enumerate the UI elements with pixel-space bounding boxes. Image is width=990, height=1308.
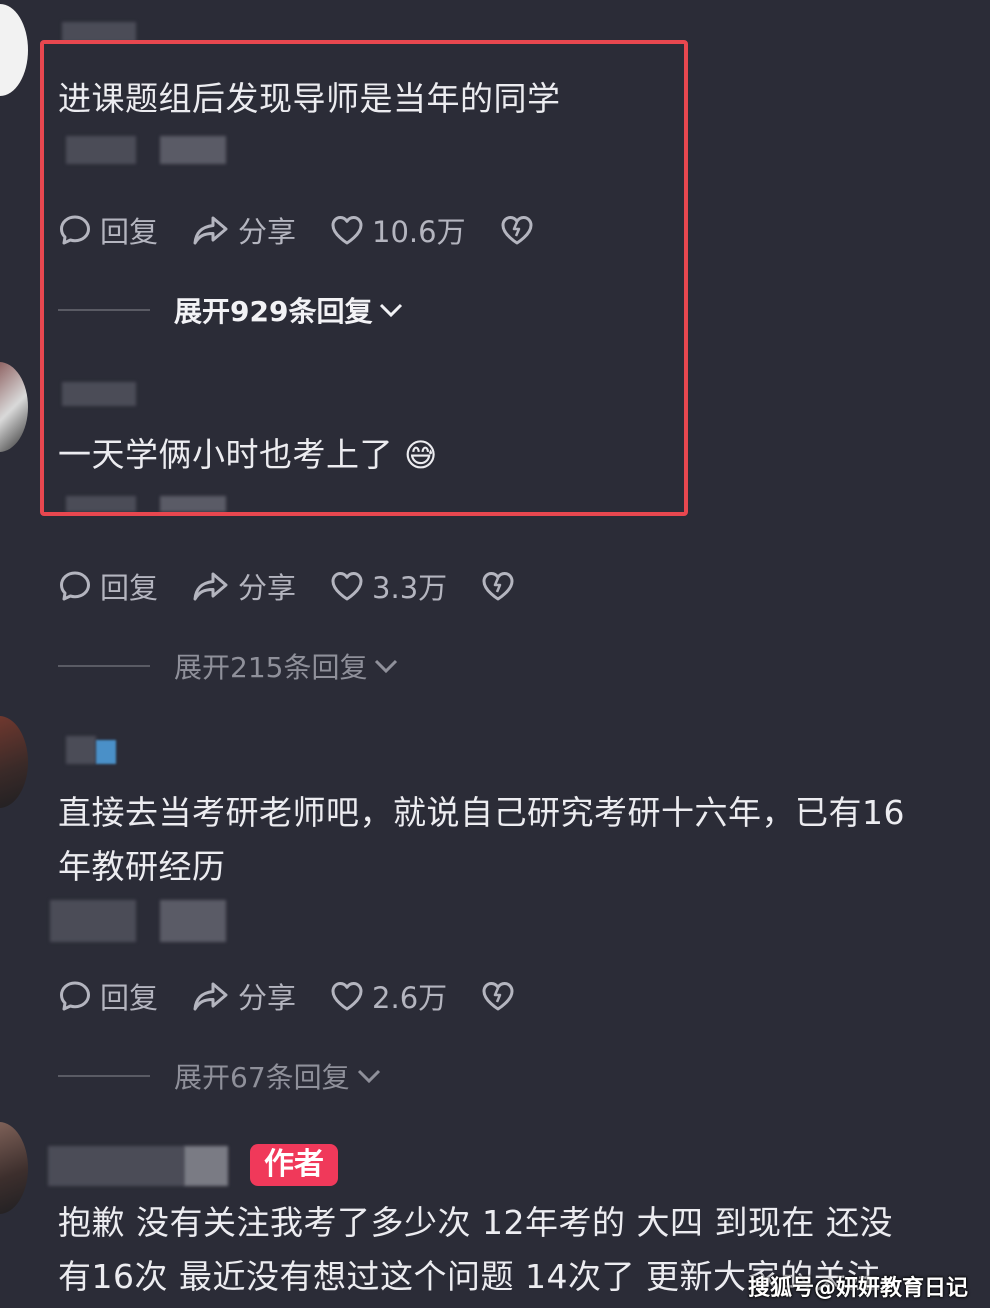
username-blurred[interactable] — [184, 1146, 228, 1186]
reply-label: 回复 — [100, 571, 159, 605]
meta-blurred — [160, 900, 226, 942]
avatar[interactable] — [0, 362, 28, 452]
divider — [58, 1075, 150, 1077]
avatar[interactable] — [0, 716, 28, 808]
expand-label: 展开67条回复 — [174, 1061, 350, 1094]
chevron-down-icon — [357, 1069, 380, 1084]
share-button[interactable]: 分享 — [192, 975, 296, 1017]
heart-icon — [331, 572, 363, 601]
meta-blurred — [50, 900, 136, 942]
username-blurred[interactable] — [96, 740, 116, 764]
avatar[interactable] — [0, 1122, 28, 1214]
expand-replies-button[interactable]: 展开67条回复 — [58, 1056, 382, 1096]
expand-label: 展开215条回复 — [174, 651, 368, 684]
comment-icon — [60, 981, 90, 1011]
expand-replies-button[interactable]: 展开215条回复 — [58, 646, 399, 686]
reply-button[interactable]: 回复 — [58, 975, 158, 1017]
comment-text: 直接去当考研老师吧，就说自己研究考研十六年，已有16 年教研经历 — [58, 786, 905, 894]
share-icon — [193, 572, 228, 601]
dislike-button[interactable] — [481, 570, 523, 602]
author-badge: 作者 — [250, 1144, 338, 1186]
dislike-button[interactable] — [481, 980, 523, 1012]
like-count: 3.3万 — [372, 571, 448, 605]
like-button[interactable]: 3.3万 — [330, 565, 447, 607]
chevron-down-icon — [375, 659, 398, 674]
share-label: 分享 — [238, 981, 297, 1015]
comment-line: 直接去当考研老师吧，就说自己研究考研十六年，已有16 — [58, 793, 905, 832]
like-count: 2.6万 — [372, 981, 448, 1015]
divider — [58, 665, 150, 667]
reply-button[interactable]: 回复 — [58, 565, 158, 607]
username-blurred[interactable] — [62, 22, 136, 42]
like-button[interactable]: 2.6万 — [330, 975, 447, 1017]
reply-label: 回复 — [100, 981, 159, 1015]
username-blurred[interactable] — [48, 1146, 184, 1186]
comment-line: 抱歉 没有关注我考了多少次 12年考的 大四 到现在 还没 — [58, 1203, 893, 1242]
share-label: 分享 — [238, 571, 297, 605]
comment-line: 年教研经历 — [58, 847, 226, 886]
highlight-box — [40, 40, 688, 516]
avatar[interactable] — [0, 4, 28, 96]
username-blurred[interactable] — [66, 736, 96, 764]
share-icon — [193, 982, 228, 1011]
watermark: 搜狐号@妍妍教育日记 — [747, 1276, 968, 1301]
comment-actions: 回复 分享 2.6万 — [58, 976, 557, 1016]
heart-icon — [331, 982, 363, 1011]
share-button[interactable]: 分享 — [192, 565, 296, 607]
comment-actions: 回复 分享 3.3万 — [58, 566, 557, 606]
comment-icon — [60, 571, 90, 601]
broken-heart-icon — [482, 572, 514, 601]
broken-heart-icon — [482, 982, 514, 1011]
